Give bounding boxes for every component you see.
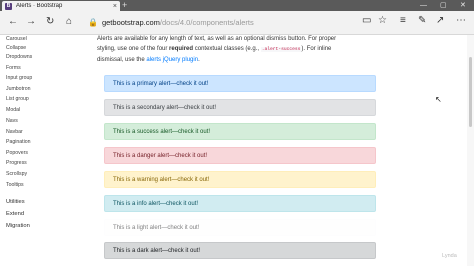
sidebar-item-navs[interactable]: Navs — [6, 118, 18, 124]
alert-secondary: This is a secondary alert—check it out! — [104, 99, 376, 116]
page-scrollbar[interactable] — [467, 35, 474, 266]
address-host: getbootstrap.com — [101, 17, 160, 27]
tab-close-icon[interactable]: × — [113, 3, 117, 10]
back-icon[interactable]: ← — [8, 17, 18, 27]
sidebar-section-utilities[interactable]: Utilities — [6, 199, 25, 205]
tab-title: Alerts · Bootstrap — [16, 3, 63, 9]
sidebar-item-carousel[interactable]: Carousel — [6, 36, 27, 42]
intro-line-3: dismissal, use the alerts jQuery plugin. — [97, 55, 382, 65]
sidebar-item-navbar[interactable]: Navbar — [6, 129, 23, 135]
intro-line-1: Alerts are available for any length of t… — [97, 36, 337, 42]
sidebar-item-list-group[interactable]: List group — [6, 96, 29, 102]
intro-text: . — [198, 57, 200, 63]
refresh-icon[interactable]: ↻ — [46, 17, 54, 27]
alert-primary: This is a primary alert—check it out! — [104, 75, 376, 92]
sidebar-item-dropdowns[interactable]: Dropdowns — [6, 54, 32, 60]
alert-info: This is a info alert—check it out! — [104, 195, 376, 212]
alert-light: This is a light alert—check it out! — [104, 219, 376, 236]
more-menu-icon[interactable]: ⋯ — [456, 16, 466, 26]
alert-dark: This is a dark alert—check it out! — [104, 242, 376, 259]
browser-tab-active[interactable]: B Alerts · Bootstrap × — [2, 1, 120, 11]
hub-menu-icon[interactable]: ≡ — [400, 16, 406, 26]
forward-icon[interactable]: → — [26, 17, 36, 27]
sidebar-item-tooltips[interactable]: Tooltips — [6, 182, 24, 188]
sidebar-item-jumbotron[interactable]: Jumbotron — [6, 86, 31, 92]
favorite-star-icon[interactable]: ☆ — [378, 16, 387, 26]
sidebar-section-extend[interactable]: Extend — [6, 211, 24, 217]
bootstrap-favicon-icon: B — [5, 2, 12, 10]
docs-sidebar: Carousel Collapse Dropdowns Forms Input … — [0, 35, 64, 266]
sidebar-section-migration[interactable]: Migration — [6, 223, 30, 229]
alert-danger: This is a danger alert—check it out! — [104, 147, 376, 164]
new-tab-icon[interactable]: + — [122, 1, 127, 10]
alert-warning: This is a warning alert—check it out! — [104, 171, 376, 188]
intro-required: required — [169, 46, 194, 52]
intro-paragraph: Alerts are available for any length of t… — [97, 34, 382, 65]
maximize-icon[interactable]: ▢ — [440, 0, 447, 11]
lock-icon: 🔒 — [88, 17, 98, 27]
alert-success-code: .alert-success — [260, 47, 302, 52]
scrollbar-thumb[interactable] — [469, 57, 472, 127]
window-titlebar: B Alerts · Bootstrap × + — ▢ ✕ — [0, 0, 474, 11]
share-icon[interactable]: ↗ — [436, 16, 444, 26]
close-window-icon[interactable]: ✕ — [460, 0, 466, 11]
intro-line-2: styling, use one of the four required co… — [97, 44, 382, 55]
browser-toolbar: ← → ↻ ⌂ 🔒 getbootstrap.com /docs/4.0/com… — [0, 11, 474, 35]
mouse-cursor-icon: ↖ — [435, 95, 442, 104]
intro-text: contextual classes (e.g., — [193, 46, 261, 52]
alert-success: This is a success alert—check it out! — [104, 123, 376, 140]
alerts-jquery-plugin-link[interactable]: alerts jQuery plugin — [146, 57, 198, 63]
sidebar-item-progress[interactable]: Progress — [6, 160, 27, 166]
address-path: /docs/4.0/components/alerts — [159, 17, 254, 27]
home-icon[interactable]: ⌂ — [66, 17, 72, 27]
sidebar-item-scrollspy[interactable]: Scrollspy — [6, 171, 27, 177]
watermark-logo: Lynda — [442, 253, 457, 259]
sidebar-item-popovers[interactable]: Popovers — [6, 150, 28, 156]
sidebar-item-modal[interactable]: Modal — [6, 107, 20, 113]
sidebar-item-pagination[interactable]: Pagination — [6, 139, 31, 145]
intro-text: styling, use one of the four — [97, 46, 170, 52]
sidebar-item-forms[interactable]: Forms — [6, 65, 21, 71]
web-notes-icon[interactable]: ✎ — [418, 16, 426, 26]
intro-text: ). For inline — [301, 46, 332, 52]
sidebar-item-collapse[interactable]: Collapse — [6, 45, 26, 51]
reading-view-icon[interactable]: ▭ — [362, 16, 371, 26]
sidebar-item-input-group[interactable]: Input group — [6, 75, 32, 81]
minimize-icon[interactable]: — — [420, 0, 427, 11]
address-bar[interactable]: 🔒 getbootstrap.com /docs/4.0/components/… — [88, 15, 366, 29]
intro-text: dismissal, use the — [97, 57, 147, 63]
